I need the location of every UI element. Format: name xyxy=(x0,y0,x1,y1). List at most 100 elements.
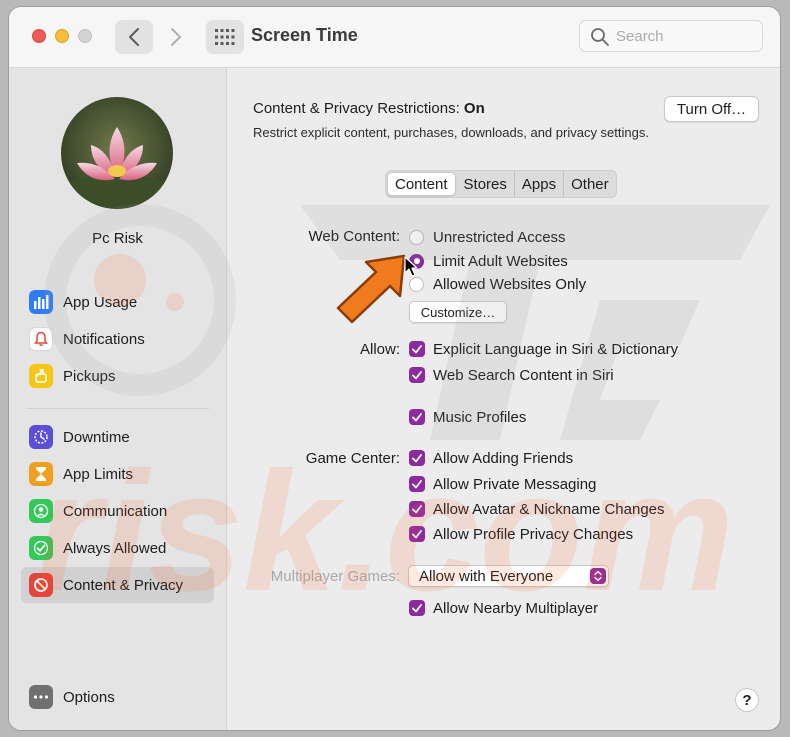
avatar[interactable] xyxy=(61,97,173,209)
checkbox-label: Music Profiles xyxy=(433,408,527,426)
sidebar-item-label: Communication xyxy=(63,502,168,520)
sidebar-item-app-limits[interactable]: App Limits xyxy=(21,456,214,492)
checkbox-allow-nearby-multiplayer[interactable]: Allow Nearby Multiplayer xyxy=(409,598,598,618)
radio-button[interactable] xyxy=(409,229,424,245)
ellipsis-icon xyxy=(29,685,53,709)
annotation-arrow-icon xyxy=(336,254,406,324)
checkbox-allow-adding-friends[interactable]: Allow Adding Friends xyxy=(409,448,573,468)
tab-other[interactable]: Other xyxy=(564,171,616,197)
no-entry-icon xyxy=(29,573,53,597)
checkbox-label: Allow Private Messaging xyxy=(433,475,597,493)
forward-button[interactable] xyxy=(157,20,195,54)
chevron-left-icon xyxy=(129,28,139,46)
downtime-icon xyxy=(29,425,53,449)
sidebar-divider xyxy=(27,408,209,409)
checkbox-label: Web Search Content in Siri xyxy=(433,366,614,384)
checkbox-checked[interactable] xyxy=(409,476,425,492)
back-button[interactable] xyxy=(115,20,153,54)
restrictions-label: Content & Privacy Restrictions: xyxy=(253,100,460,117)
search-field[interactable]: Search xyxy=(579,20,763,52)
sidebar-item-content-privacy[interactable]: Content & Privacy xyxy=(21,567,214,603)
close-button[interactable] xyxy=(32,29,46,43)
lotus-photo xyxy=(61,97,173,209)
sidebar-item-communication[interactable]: Communication xyxy=(21,493,214,529)
checkbox-allow-private-messaging[interactable]: Allow Private Messaging xyxy=(409,474,596,494)
radio-limit-adult-websites[interactable]: Limit Adult Websites xyxy=(409,251,568,271)
checkbox-label: Allow Nearby Multiplayer xyxy=(433,599,599,617)
sidebar: Pc Risk App Usage Notifications Pickups … xyxy=(9,68,227,730)
checkbox-label: Allow Profile Privacy Changes xyxy=(433,525,634,543)
multiplayer-games-label: Multiplayer Games: xyxy=(270,568,400,585)
radio-label: Limit Adult Websites xyxy=(433,252,568,270)
sidebar-item-notifications[interactable]: Notifications xyxy=(21,321,214,357)
help-button[interactable]: ? xyxy=(735,688,759,712)
hourglass-icon xyxy=(29,462,53,486)
grid-icon xyxy=(215,29,235,45)
radio-unrestricted-access[interactable]: Unrestricted Access xyxy=(409,227,566,247)
checkbox-checked[interactable] xyxy=(409,600,425,616)
radio-label: Allowed Websites Only xyxy=(433,275,587,293)
checkbox-checked[interactable] xyxy=(409,409,425,425)
checkbox-checked[interactable] xyxy=(409,367,425,383)
zoom-button[interactable] xyxy=(78,29,92,43)
select-value: Allow with Everyone xyxy=(419,568,554,585)
restrictions-status: Content & Privacy Restrictions: On xyxy=(253,100,485,117)
checkmark-icon xyxy=(29,536,53,560)
tab-content[interactable]: Content xyxy=(387,172,456,196)
sidebar-item-label: Always Allowed xyxy=(63,539,167,557)
show-all-button[interactable] xyxy=(206,20,244,54)
titlebar: Screen Time Search xyxy=(9,7,780,68)
screen-time-window: Screen Time Search Pc Risk App Usage Not… xyxy=(9,7,780,730)
tab-apps[interactable]: Apps xyxy=(515,171,565,197)
sidebar-item-label: Pickups xyxy=(63,367,116,385)
sidebar-item-label: Options xyxy=(63,688,115,706)
minimize-button[interactable] xyxy=(55,29,69,43)
content-privacy-pane: Content & Privacy Restrictions: On Restr… xyxy=(227,68,780,730)
tab-bar: Content Stores Apps Other xyxy=(385,170,617,198)
sidebar-item-app-usage[interactable]: App Usage xyxy=(21,284,214,320)
radio-label: Unrestricted Access xyxy=(433,228,566,246)
sidebar-item-pickups[interactable]: Pickups xyxy=(21,358,214,394)
search-placeholder: Search xyxy=(616,28,664,45)
web-content-label: Web Content: xyxy=(308,228,400,245)
person-icon xyxy=(29,499,53,523)
turn-off-button[interactable]: Turn Off… xyxy=(664,96,759,122)
window-title: Screen Time xyxy=(251,25,358,45)
sidebar-item-always-allowed[interactable]: Always Allowed xyxy=(21,530,214,566)
sidebar-item-label: App Usage xyxy=(63,293,138,311)
restrictions-subtitle: Restrict explicit content, purchases, do… xyxy=(253,125,649,140)
restrictions-state: On xyxy=(463,100,485,117)
sidebar-item-label: Content & Privacy xyxy=(63,576,184,594)
pickup-icon xyxy=(29,364,53,388)
bar-chart-icon xyxy=(29,290,53,314)
radio-button[interactable] xyxy=(409,276,424,292)
checkbox-allow-profile-privacy[interactable]: Allow Profile Privacy Changes xyxy=(409,524,633,544)
sidebar-item-label: Notifications xyxy=(63,330,145,348)
sidebar-item-downtime[interactable]: Downtime xyxy=(21,419,214,455)
mouse-cursor-icon xyxy=(404,256,418,277)
bell-icon xyxy=(29,327,53,351)
checkbox-allow-avatar-changes[interactable]: Allow Avatar & Nickname Changes xyxy=(409,499,665,519)
chevron-updown-icon xyxy=(590,568,606,584)
user-name: Pc Risk xyxy=(92,230,143,247)
checkbox-web-search-siri[interactable]: Web Search Content in Siri xyxy=(409,365,614,385)
sidebar-item-label: Downtime xyxy=(63,428,130,446)
checkbox-checked[interactable] xyxy=(409,526,425,542)
chevron-right-icon xyxy=(171,28,181,46)
sidebar-item-options[interactable]: Options xyxy=(21,679,214,715)
checkbox-label: Explicit Language in Siri & Dictionary xyxy=(433,340,679,358)
customize-button[interactable]: Customize… xyxy=(409,301,507,323)
checkbox-music-profiles[interactable]: Music Profiles xyxy=(409,407,526,427)
checkbox-label: Allow Avatar & Nickname Changes xyxy=(433,500,665,518)
game-center-label: Game Center: xyxy=(305,450,400,467)
search-icon xyxy=(591,28,609,46)
multiplayer-games-select[interactable]: Allow with Everyone xyxy=(408,565,609,587)
allow-label: Allow: xyxy=(359,341,400,358)
checkbox-checked[interactable] xyxy=(409,501,425,517)
sidebar-item-label: App Limits xyxy=(63,465,134,483)
checkbox-checked[interactable] xyxy=(409,450,425,466)
tab-stores[interactable]: Stores xyxy=(457,171,515,197)
radio-allowed-websites-only[interactable]: Allowed Websites Only xyxy=(409,274,586,294)
checkbox-checked[interactable] xyxy=(409,341,425,357)
checkbox-explicit-language[interactable]: Explicit Language in Siri & Dictionary xyxy=(409,339,678,359)
